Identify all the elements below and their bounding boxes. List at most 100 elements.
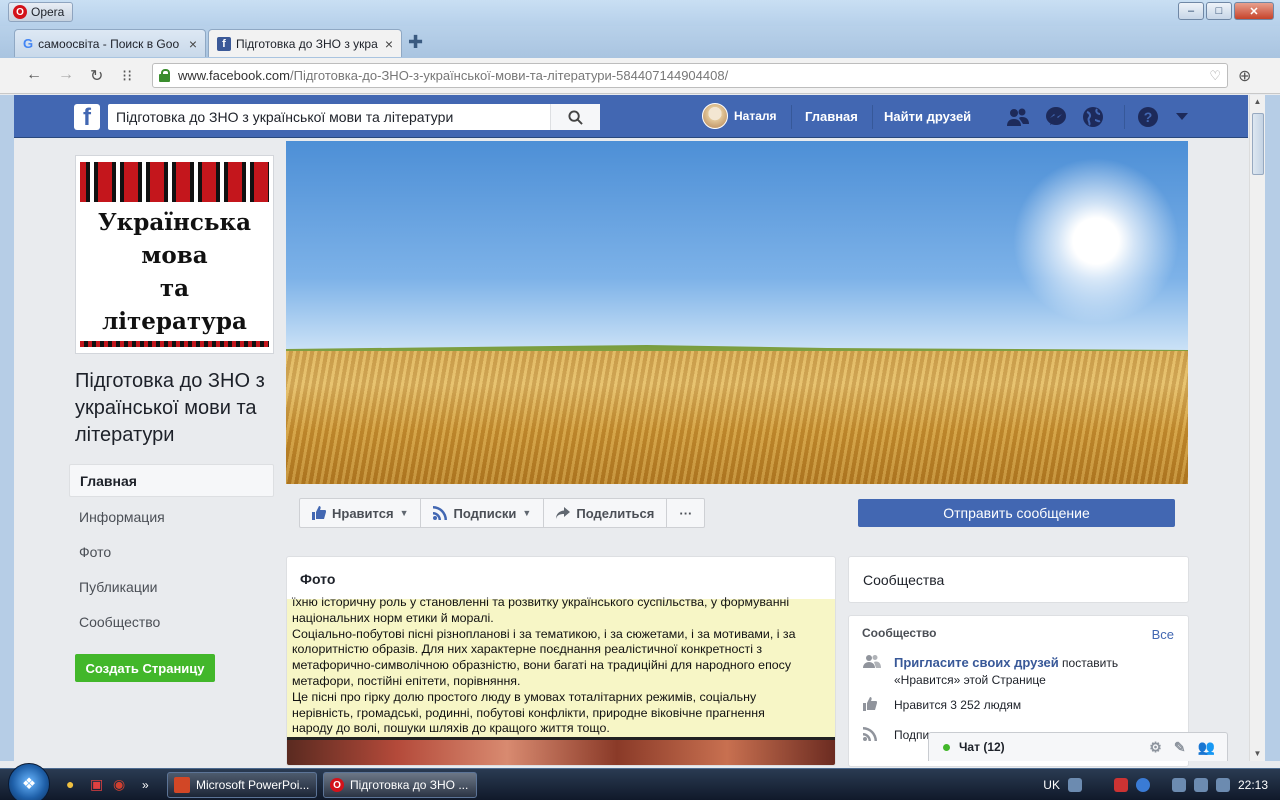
facebook-logo-icon[interactable]: f — [74, 104, 100, 130]
chat-new-message-icon[interactable]: ✎ — [1174, 739, 1186, 756]
scroll-up-icon[interactable]: ▲ — [1250, 95, 1265, 109]
back-icon[interactable]: ← — [26, 66, 42, 84]
keyboard-icon[interactable] — [1067, 778, 1082, 792]
reload-icon[interactable]: ↻ — [90, 66, 103, 86]
invite-friends-icon — [863, 654, 883, 689]
clock[interactable]: 22:13 — [1238, 778, 1268, 792]
photo-embroidery-strip — [287, 737, 835, 765]
bookmark-heart-icon[interactable]: ♡ — [1209, 68, 1221, 84]
quicklaunch-firefox-icon[interactable]: ● — [66, 776, 74, 792]
chat-settings-gear-icon[interactable]: ⚙ — [1149, 739, 1162, 756]
start-button[interactable]: ❖ — [8, 763, 50, 800]
account-menu-caret-icon[interactable] — [1170, 105, 1194, 129]
network-icon[interactable] — [1193, 778, 1208, 792]
create-page-button[interactable]: Создать Страницу — [75, 654, 215, 682]
dropdown-caret-icon: ▼ — [399, 508, 409, 518]
quicklaunch-chrome-icon[interactable]: ◉ — [113, 776, 125, 793]
profile-picture-text: Українська мова та література — [76, 206, 273, 338]
opera-logo-icon: O — [13, 5, 27, 19]
picture-text-line: та — [159, 275, 190, 302]
like-button[interactable]: Нравится ▼ — [299, 498, 422, 528]
windows-logo-icon: ❖ — [21, 776, 37, 793]
profile-link[interactable]: Наталя — [702, 103, 777, 129]
tab-google-search[interactable]: G самоосвіта - Поиск в Goo × — [14, 29, 206, 57]
nav-item-home[interactable]: Главная — [69, 464, 274, 497]
opera-menu-label: Opera — [31, 5, 65, 19]
window-frame-right — [1265, 95, 1280, 761]
page-action-bar: Нравится ▼ Подписки ▼ Поделиться ··· — [299, 498, 706, 528]
communities-card: Сообщества — [848, 556, 1189, 603]
photos-card-title[interactable]: Фото — [287, 557, 835, 599]
search-input[interactable] — [108, 105, 548, 129]
new-tab-icon[interactable]: ✚ — [408, 32, 423, 53]
notifications-globe-icon[interactable] — [1081, 105, 1105, 129]
follow-button[interactable]: Подписки ▼ — [420, 498, 545, 528]
nav-item-photos[interactable]: Фото — [69, 534, 274, 569]
messenger-icon[interactable] — [1044, 105, 1068, 129]
download-icon[interactable]: ⊕ — [1238, 66, 1251, 86]
url-path: /Підготовка-до-ЗНО-з-української-мови-та… — [290, 68, 729, 83]
secure-lock-icon — [159, 69, 170, 82]
header-divider — [872, 105, 873, 129]
close-button[interactable]: ✕ — [1234, 2, 1274, 20]
language-indicator[interactable]: UK — [1043, 778, 1060, 792]
tab-facebook-page[interactable]: f Підготовка до ЗНО з укра × — [208, 29, 402, 57]
search-icon — [568, 109, 583, 125]
cover-sun — [1006, 151, 1186, 331]
tray-notification-icon[interactable] — [1171, 778, 1186, 792]
taskbar-powerpoint[interactable]: Microsoft PowerPoi... — [167, 772, 317, 798]
tab-label: самоосвіта - Поиск в Goo — [38, 36, 180, 51]
page-scrollbar[interactable]: ▲ ▼ — [1249, 95, 1265, 761]
cover-photo[interactable] — [286, 141, 1188, 484]
nav-item-community[interactable]: Сообщество — [69, 604, 274, 639]
quicklaunch-app-icon[interactable]: ▣ — [90, 776, 103, 793]
help-icon[interactable]: ? — [1136, 105, 1160, 129]
tray-skype-icon[interactable] — [1135, 778, 1150, 792]
speed-dial-icon[interactable]: ⁝⁝ — [122, 66, 132, 86]
communities-card-title: Сообщества — [863, 572, 945, 588]
find-friends-link[interactable]: Найти друзей — [884, 109, 971, 124]
nav-item-posts[interactable]: Публикации — [69, 569, 274, 604]
invite-friends-link[interactable]: Пригласите своих друзей — [894, 655, 1059, 670]
likes-count-row: Нравится 3 252 людям — [863, 697, 1183, 715]
photo-text-line: Це пісні про гірку долю простого люду в … — [292, 689, 757, 704]
scroll-down-icon[interactable]: ▼ — [1250, 747, 1265, 761]
volume-icon[interactable] — [1215, 778, 1230, 792]
more-button[interactable]: ··· — [666, 498, 706, 528]
photo-text-content: їхню історичну роль у становленні та роз… — [292, 595, 832, 737]
see-all-link[interactable]: Все — [1152, 627, 1174, 642]
invite-text-1: поставить — [1058, 656, 1119, 670]
photo-thumbnail[interactable]: їхню історичну роль у становленні та роз… — [287, 595, 835, 765]
dropdown-caret-icon: ▼ — [522, 508, 532, 518]
share-button[interactable]: Поделиться — [543, 498, 668, 528]
minimize-button[interactable]: – — [1178, 2, 1204, 20]
address-field[interactable]: www.facebook.com /Підготовка-до-ЗНО-з-ук… — [152, 63, 1228, 88]
home-link[interactable]: Главная — [805, 109, 858, 124]
like-label: Нравится — [332, 505, 394, 521]
chat-sidebar-bar[interactable]: Чат (12) ⚙ ✎ 👥 — [928, 732, 1228, 761]
opera-menu-button[interactable]: O Opera — [8, 2, 74, 22]
tab-close-icon[interactable]: × — [189, 36, 197, 52]
chat-icons: ⚙ ✎ 👥 — [1149, 739, 1215, 756]
tray-antivirus-icon[interactable] — [1113, 778, 1128, 792]
forward-icon[interactable]: → — [58, 66, 74, 84]
scrollbar-thumb[interactable] — [1252, 113, 1264, 175]
thumbs-up-icon — [312, 506, 326, 520]
page-profile-picture[interactable]: Українська мова та література — [75, 155, 274, 354]
photos-card: Фото їхню історичну роль у становленні т… — [286, 556, 836, 766]
friend-requests-icon[interactable] — [1006, 105, 1030, 129]
taskbar-item-label: Підготовка до ЗНО ... — [350, 778, 469, 792]
page-title[interactable]: Підготовка до ЗНО з української мови та … — [75, 368, 280, 449]
maximize-button[interactable]: □ — [1206, 2, 1232, 20]
search-button[interactable] — [550, 104, 600, 130]
quicklaunch-more-icon[interactable]: » — [142, 778, 149, 792]
picture-text-line: Українська — [98, 209, 251, 236]
taskbar-opera[interactable]: O Підготовка до ЗНО ... — [323, 772, 477, 798]
search-box — [108, 104, 600, 130]
opera-logo-icon: O — [330, 778, 344, 792]
chat-create-group-icon[interactable]: 👥 — [1198, 739, 1215, 756]
photo-text-line: Соціально-побутові пісні різнопланові і … — [292, 626, 796, 641]
tab-close-icon[interactable]: × — [385, 36, 393, 52]
send-message-button[interactable]: Отправить сообщение — [858, 499, 1175, 527]
nav-item-info[interactable]: Информация — [69, 499, 274, 534]
